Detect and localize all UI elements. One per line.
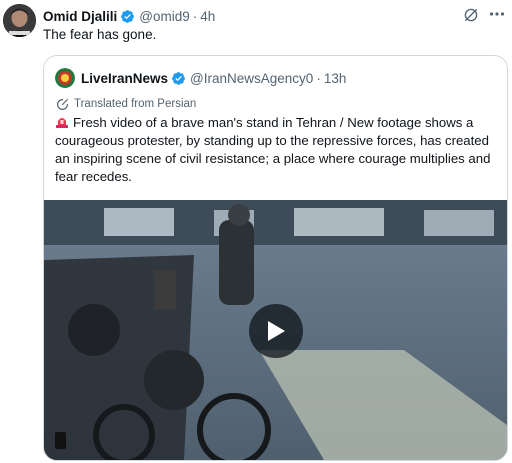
translated-note: Translated from Persian bbox=[56, 96, 196, 112]
author-avatar[interactable] bbox=[3, 4, 36, 37]
media-badge bbox=[55, 432, 66, 449]
quote-timestamp[interactable]: 13h bbox=[324, 71, 347, 86]
quote-author-name[interactable]: LiveIranNews bbox=[81, 71, 168, 86]
translate-icon bbox=[57, 98, 68, 110]
translated-label: Translated from Persian bbox=[74, 98, 197, 110]
tweet-header: Omid Djalili @omid9 · 4h bbox=[43, 7, 215, 25]
grok-icon[interactable] bbox=[462, 6, 480, 24]
play-button[interactable] bbox=[249, 304, 303, 358]
separator-dot: · bbox=[316, 70, 321, 86]
avatar-photo-icon bbox=[3, 4, 36, 37]
quote-avatar-logo-icon bbox=[55, 68, 75, 88]
quote-body-text: Fresh video of a brave man's stand in Te… bbox=[55, 115, 491, 184]
separator-dot: · bbox=[192, 8, 198, 24]
tweet-timestamp[interactable]: 4h bbox=[200, 9, 215, 24]
verified-badge-icon bbox=[171, 71, 186, 86]
siren-icon bbox=[56, 118, 68, 128]
tweet-text: The fear has gone. bbox=[43, 27, 157, 42]
verified-badge-icon bbox=[120, 9, 135, 24]
author-name[interactable]: Omid Djalili bbox=[43, 9, 117, 24]
quote-avatar[interactable] bbox=[55, 68, 75, 88]
tweet-card[interactable]: Omid Djalili @omid9 · 4h The fear has go… bbox=[0, 0, 512, 463]
more-icon[interactable] bbox=[489, 11, 505, 17]
quoted-tweet[interactable]: LiveIranNews @IranNewsAgency0 · 13h Tran… bbox=[43, 55, 508, 461]
play-icon bbox=[268, 321, 285, 341]
author-handle[interactable]: @omid9 bbox=[139, 9, 189, 24]
quote-header: LiveIranNews @IranNewsAgency0 · 13h bbox=[55, 68, 346, 88]
quote-author-handle[interactable]: @IranNewsAgency0 bbox=[190, 71, 313, 86]
quote-body: Fresh video of a brave man's stand in Te… bbox=[55, 114, 500, 186]
video-player[interactable] bbox=[44, 200, 507, 460]
